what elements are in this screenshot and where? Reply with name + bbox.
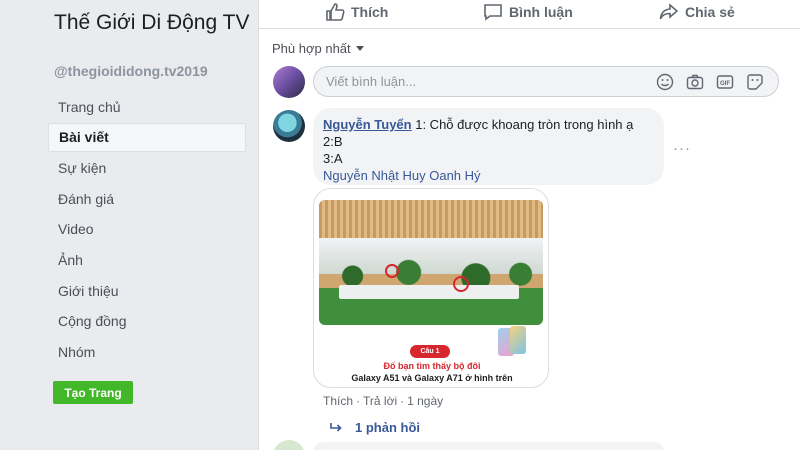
sidebar-item-home[interactable]: Trang chủ bbox=[48, 92, 246, 121]
share-label: Chia sẻ bbox=[685, 4, 735, 20]
attachment-caption-line1: Đố bạn tìm thấy bộ đôi bbox=[383, 361, 481, 371]
phone-graphic bbox=[496, 326, 540, 356]
comment-text-line3: 3:A bbox=[323, 151, 343, 166]
comment-input-placeholder: Viết bình luận... bbox=[326, 74, 417, 89]
comment-bubble: Nguyễn Tuyển 1: Chỗ được khoang tròn tro… bbox=[313, 108, 664, 185]
emoji-icon[interactable] bbox=[656, 73, 674, 91]
sidebar-item-community[interactable]: Cộng đồng bbox=[48, 307, 246, 336]
page-handle[interactable]: @thegioididong.tv2019 bbox=[54, 63, 208, 79]
comment-text-line2: 2:B bbox=[323, 134, 343, 149]
comment-timestamp[interactable]: 1 ngày bbox=[407, 394, 443, 408]
gif-icon[interactable]: GIF bbox=[716, 73, 734, 91]
sidebar-item-photos[interactable]: Ảnh bbox=[48, 245, 246, 274]
current-user-avatar[interactable] bbox=[273, 66, 305, 98]
sidebar-nav: Trang chủ Bài viết Sự kiện Đánh giá Vide… bbox=[48, 92, 246, 368]
post-comments-panel: Thích Bình luận Chia sẻ Phù hợp nhất Viế… bbox=[258, 0, 800, 450]
comment-input[interactable]: Viết bình luận... GIF bbox=[313, 66, 779, 97]
comment-text-line1: 1: Chỗ được khoang tròn trong hình ạ bbox=[411, 117, 634, 132]
comment-reply-link[interactable]: Trả lời bbox=[363, 394, 397, 408]
speech-bubble-icon bbox=[484, 4, 502, 21]
attachment-caption-line2: Galaxy A51 và Galaxy A71 ở hình trên bbox=[351, 373, 513, 383]
comment-image-attachment[interactable]: Câu 1 Đố bạn tìm thấy bộ đôi Galaxy A51 … bbox=[313, 188, 549, 388]
comment-button[interactable]: Bình luận bbox=[483, 3, 573, 21]
comment-tagged-user[interactable]: Nguyễn Nhật Huy Oanh Hý bbox=[323, 167, 654, 184]
comment-label: Bình luận bbox=[509, 4, 573, 20]
photo-ceiling bbox=[319, 200, 543, 242]
chevron-down-icon bbox=[355, 46, 364, 51]
like-button[interactable]: Thích bbox=[325, 3, 388, 21]
reply-arrow-icon bbox=[330, 422, 342, 432]
phone-a71 bbox=[510, 326, 526, 354]
next-comment-bubble bbox=[313, 442, 664, 450]
page-name[interactable]: Thế Giới Di Động TV bbox=[54, 10, 254, 36]
more-options-icon[interactable]: ··· bbox=[673, 140, 691, 157]
office-photo bbox=[319, 200, 543, 325]
comment-like-link[interactable]: Thích bbox=[323, 394, 353, 408]
next-commenter-avatar[interactable] bbox=[273, 440, 305, 450]
comment-meta: Thích · Trả lời · 1 ngày bbox=[323, 394, 443, 408]
comment-sort-dropdown[interactable]: Phù hợp nhất bbox=[272, 41, 364, 56]
thumbs-up-icon bbox=[326, 3, 345, 21]
sidebar-item-posts[interactable]: Bài viết bbox=[48, 122, 246, 152]
camera-icon[interactable] bbox=[686, 73, 704, 91]
sidebar-item-groups[interactable]: Nhóm bbox=[48, 338, 246, 367]
page-sidebar: Thế Giới Di Động TV @thegioididong.tv201… bbox=[0, 0, 258, 450]
highlight-circle bbox=[453, 276, 469, 292]
photo-desks bbox=[339, 285, 519, 299]
share-arrow-icon bbox=[659, 3, 679, 20]
sidebar-item-about[interactable]: Giới thiệu bbox=[48, 276, 246, 305]
share-button[interactable]: Chia sẻ bbox=[659, 3, 735, 21]
sort-label: Phù hợp nhất bbox=[272, 41, 351, 56]
sidebar-item-videos[interactable]: Video bbox=[48, 215, 246, 244]
commenter-avatar[interactable] bbox=[273, 110, 305, 142]
create-page-button[interactable]: Tạo Trang bbox=[53, 381, 133, 404]
highlight-circle bbox=[385, 264, 399, 278]
post-actions-bar: Thích Bình luận Chia sẻ bbox=[259, 0, 800, 26]
replies-count: 1 phản hồi bbox=[355, 420, 420, 435]
sidebar-item-reviews[interactable]: Đánh giá bbox=[48, 184, 246, 213]
comment-author[interactable]: Nguyễn Tuyển bbox=[323, 117, 412, 132]
question-badge: Câu 1 bbox=[410, 345, 450, 358]
like-label: Thích bbox=[351, 4, 389, 20]
meta-separator: · bbox=[400, 394, 405, 408]
meta-separator: · bbox=[356, 394, 361, 408]
sticker-icon[interactable] bbox=[746, 73, 764, 91]
actions-divider bbox=[259, 28, 800, 29]
view-replies-link[interactable]: 1 phản hồi bbox=[329, 420, 420, 435]
svg-text:GIF: GIF bbox=[720, 81, 730, 87]
sidebar-item-events[interactable]: Sự kiện bbox=[48, 153, 246, 182]
